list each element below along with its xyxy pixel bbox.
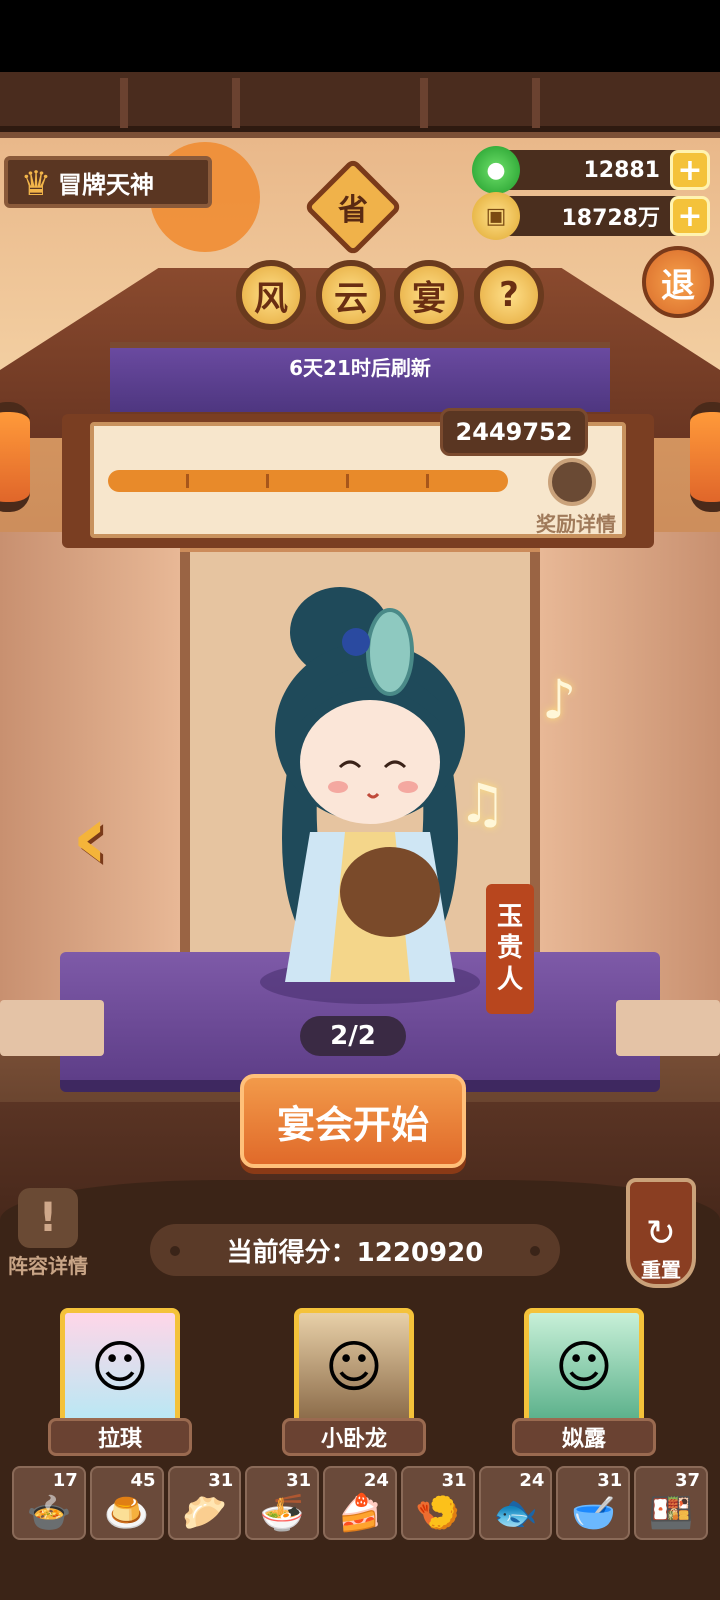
hero-portrait: ☺ (524, 1308, 644, 1426)
name-char: 贵 (496, 933, 523, 964)
jade-resource: ● 12881 + (472, 146, 710, 194)
tofu-icon: 🍮 (104, 1493, 150, 1534)
dish-slot[interactable]: 31 🍤 (400, 1466, 475, 1540)
name-char: 人 (496, 964, 523, 995)
exclamation-icon: ! (18, 1188, 78, 1248)
reset-label: 重置 (641, 1258, 681, 1282)
event-tile-yun: 云 (316, 260, 386, 330)
dumpling-icon: 🥟 (182, 1493, 227, 1534)
start-banquet-button[interactable]: 宴会开始 (240, 1074, 466, 1168)
roof-beam (0, 72, 720, 132)
lantern-right (690, 402, 720, 512)
stage-step-right (616, 1000, 720, 1056)
refresh-countdown: 6天21时后刷新 (289, 356, 431, 380)
hero-name: 小卧龙 (282, 1418, 426, 1456)
coin-resource: ▣ 18728万 + (472, 192, 710, 240)
character-name-tag: 玉 贵 人 (486, 884, 534, 1014)
hero-portrait: ☺ (60, 1308, 180, 1426)
sushi-board-icon: 🍱 (648, 1493, 694, 1534)
cake-icon: 🍰 (337, 1493, 383, 1534)
progress-tick (266, 474, 269, 488)
dish-count: 24 (363, 1470, 389, 1491)
hero-name: 姒露 (512, 1418, 656, 1456)
score-dot (170, 1246, 180, 1256)
coin-icon: ▣ (472, 192, 520, 240)
title-text: 冒牌天神 (58, 170, 154, 199)
hero-slot-3[interactable]: ☺ 姒露 (512, 1308, 656, 1456)
lineup-details-button[interactable]: ! 阵容详情 (8, 1188, 88, 1279)
title-badge[interactable]: ♛ 冒牌天神 (4, 156, 212, 208)
add-coin-button[interactable]: + (670, 196, 710, 236)
reward-details-link[interactable]: 奖励详情 (526, 508, 626, 537)
score-dot (530, 1246, 540, 1256)
game-screen: ♛ 冒牌天神 ● 12881 + ▣ 18728万 + 退 省 风 云 宴 ? … (0, 72, 720, 1600)
score-progress-bar (108, 470, 508, 492)
add-jade-button[interactable]: + (670, 150, 710, 190)
exit-button[interactable]: 退 (642, 246, 714, 318)
dish-count: 45 (130, 1470, 156, 1491)
dish-count: 31 (286, 1470, 312, 1491)
skewer-bowl-icon: 🍜 (259, 1493, 305, 1534)
province-badge[interactable]: 省 (318, 180, 388, 234)
current-score-text: 当前得分：1220920 (226, 1237, 484, 1268)
help-button[interactable]: ? (474, 260, 544, 330)
dish-count: 24 (519, 1470, 545, 1491)
dish-slot[interactable]: 45 🍮 (89, 1466, 164, 1540)
dish-slot[interactable]: 31 🍜 (245, 1466, 320, 1540)
name-char: 玉 (496, 902, 523, 933)
dish-count: 31 (441, 1470, 467, 1491)
dish-slot[interactable]: 31 🥟 (167, 1466, 242, 1540)
progress-tick (346, 474, 349, 488)
dish-slot[interactable]: 17 🍲 (12, 1466, 86, 1540)
lineup-details-label: 阵容详情 (8, 1254, 88, 1278)
progress-tick (186, 474, 189, 488)
jade-value: 12881 (583, 157, 660, 183)
music-note-icon: ♫ (458, 772, 507, 835)
stage-step-left (0, 1000, 104, 1056)
hero-portrait: ☺ (294, 1308, 414, 1426)
event-tile-feng: 风 (236, 260, 306, 330)
dish-slot[interactable]: 37 🍱 (634, 1466, 709, 1540)
dish-slot[interactable]: 31 🥣 (556, 1466, 631, 1540)
jade-icon: ● (472, 146, 520, 194)
previous-character-button[interactable]: ‹ (60, 785, 120, 890)
dish-count: 31 (208, 1470, 234, 1491)
reward-chest-icon[interactable] (548, 458, 596, 506)
lantern-left (0, 402, 30, 512)
reset-button[interactable]: ↻ 重置 (626, 1178, 696, 1288)
page-indicator: 2/2 (300, 1016, 406, 1056)
dish-slot[interactable]: 24 🐟 (478, 1466, 553, 1540)
progress-tick (426, 474, 429, 488)
hotpot-icon: 🍲 (26, 1493, 72, 1534)
dish-slot[interactable]: 24 🍰 (323, 1466, 397, 1540)
current-score: 当前得分：1220920 (150, 1224, 560, 1276)
beam-brace (420, 78, 540, 128)
hero-slot-2[interactable]: ☺ 小卧龙 (282, 1308, 426, 1456)
trophy-icon: ♛ (20, 164, 52, 204)
dish-count: 31 (597, 1470, 623, 1491)
shrimp-plate-icon: 🍤 (415, 1493, 461, 1534)
hero-name: 拉琪 (48, 1418, 192, 1456)
dish-count: 17 (52, 1470, 78, 1491)
soup-bowl-icon: 🥣 (570, 1493, 616, 1534)
target-score: 2449752 (440, 408, 588, 456)
fish-plate-icon: 🐟 (493, 1493, 538, 1534)
music-note-icon: ♪ (542, 668, 577, 731)
event-tile-yan: 宴 (394, 260, 464, 330)
dish-count: 37 (674, 1470, 701, 1491)
coin-value: 18728万 (561, 206, 660, 231)
dish-inventory: 17 🍲 45 🍮 31 🥟 31 🍜 24 🍰 31 🍤 24 🐟 31 🥣 37 🍱 (12, 1466, 709, 1542)
beam-brace (120, 78, 240, 128)
hero-slot-1[interactable]: ☺ 拉琪 (48, 1308, 192, 1456)
